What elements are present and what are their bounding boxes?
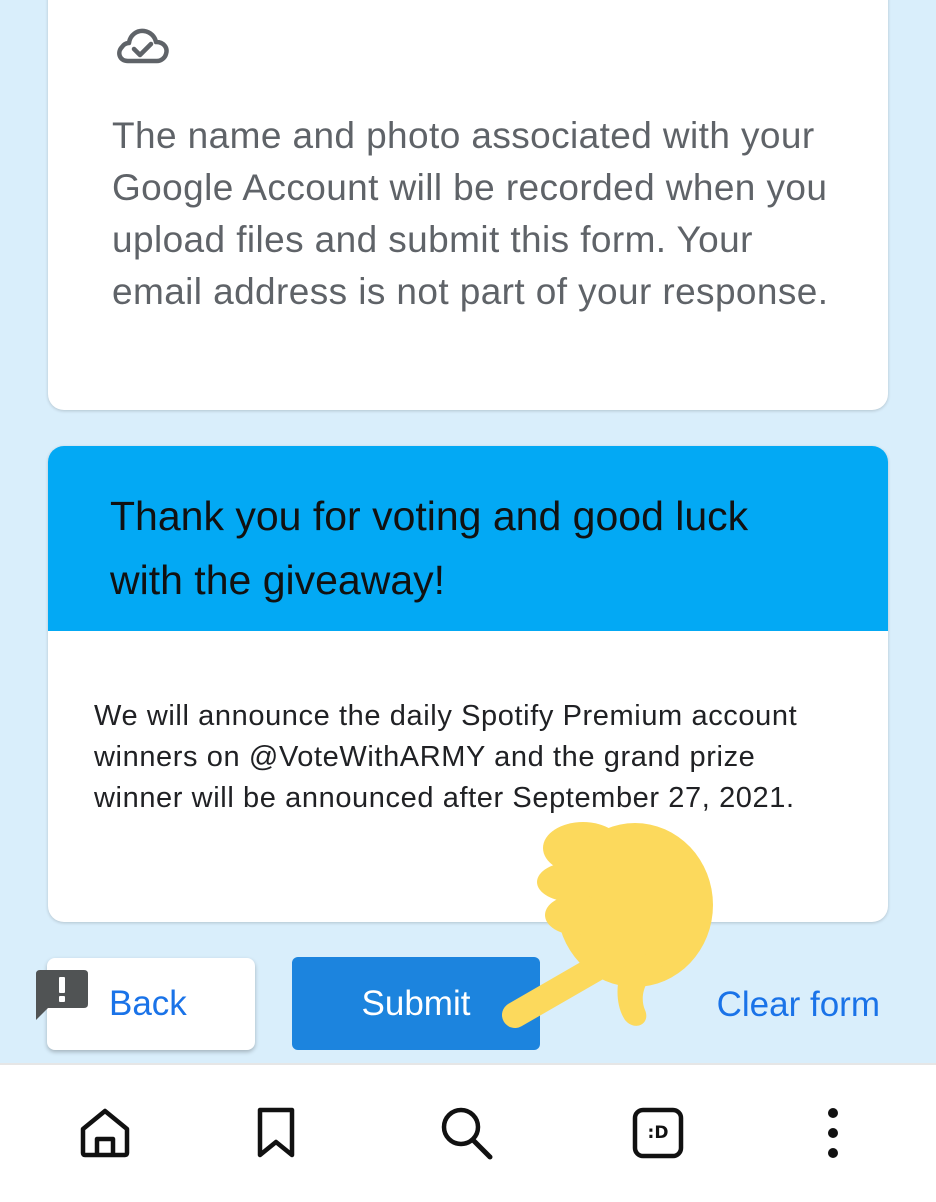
bookmark-icon[interactable]: [248, 1105, 304, 1161]
account-notice-card: The name and photo associated with your …: [48, 0, 888, 410]
section-description: We will announce the daily Spotify Premi…: [94, 700, 798, 814]
emoticon-icon[interactable]: :D: [630, 1105, 686, 1161]
pointing-hand-sticker: [502, 822, 713, 1028]
bottom-navigation-bar: :D: [0, 1063, 936, 1202]
feedback-icon[interactable]: [34, 968, 90, 1022]
thank-you-section: Thank you for voting and good luck with …: [48, 446, 888, 922]
emoticon-label: :D: [647, 1123, 669, 1143]
more-vert-icon[interactable]: [805, 1105, 861, 1161]
home-icon[interactable]: [77, 1105, 133, 1161]
section-title: Thank you for voting and good luck with …: [110, 493, 749, 603]
search-icon[interactable]: [438, 1105, 494, 1161]
cloud-check-icon: [117, 28, 169, 64]
section-header: Thank you for voting and good luck with …: [48, 446, 888, 631]
account-notice-text: The name and photo associated with your …: [112, 115, 829, 312]
